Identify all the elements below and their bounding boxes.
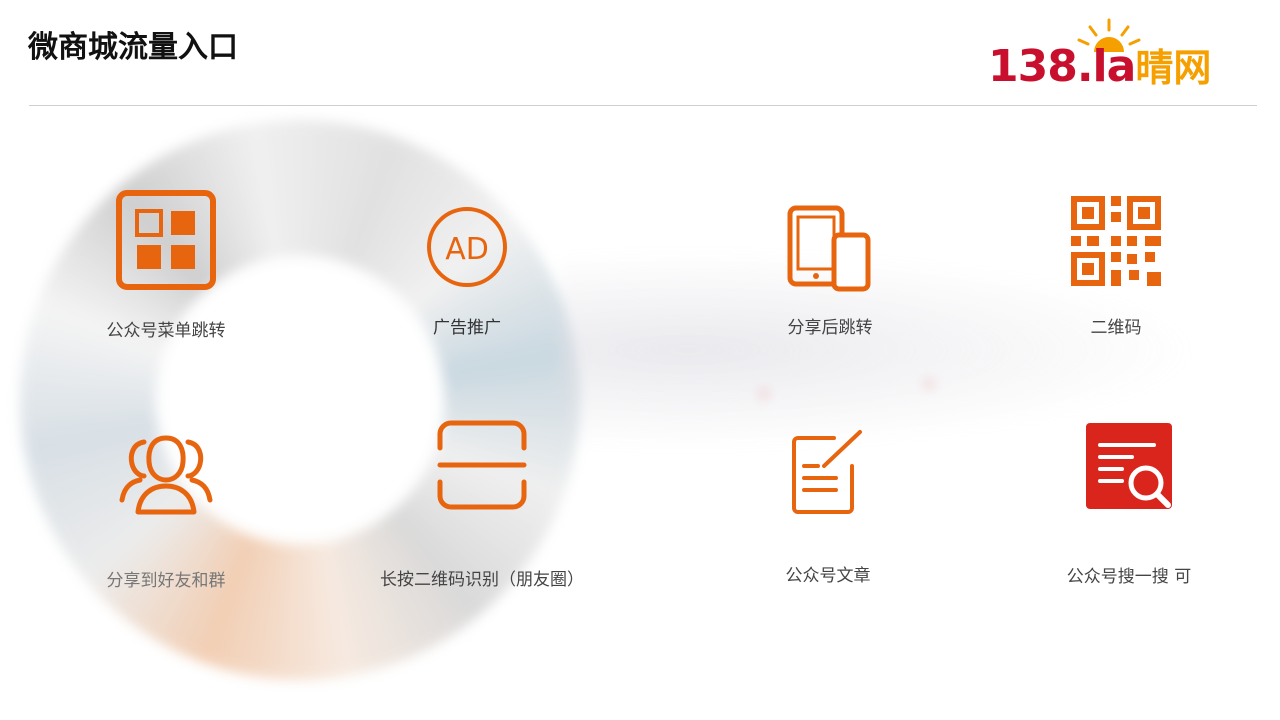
logo-chinese: 晴网 (1135, 46, 1212, 90)
edit-note-icon (792, 430, 862, 514)
search-doc-icon (1086, 423, 1172, 509)
background-dot (925, 380, 933, 388)
tile-label: 公众号菜单跳转 (106, 321, 226, 341)
tile-menu-jump[interactable]: 公众号菜单跳转 (56, 190, 276, 341)
tile-share-friends[interactable]: 分享到好友和群 (56, 430, 276, 591)
tile-label: 分享到好友和群 (106, 571, 226, 591)
scan-icon (437, 420, 527, 510)
tile-share-jump[interactable]: 分享后跳转 (720, 205, 940, 345)
menu-grid-icon (116, 190, 216, 290)
qr-code-icon (1071, 196, 1161, 286)
tile-label: 长按二维码识别（朋友圈） (380, 570, 584, 590)
svg-text:AD: AD (445, 232, 489, 267)
tile-label: 公众号搜一搜 可 (1066, 567, 1192, 587)
tile-ad-promotion[interactable]: AD 广告推广 (357, 205, 577, 345)
ad-icon: AD (427, 207, 507, 287)
page-title: 微商城流量入口 (28, 30, 238, 65)
tile-qr-code[interactable]: 二维码 (1006, 196, 1226, 338)
background-dot (760, 390, 768, 398)
tile-official-article[interactable]: 公众号文章 (718, 428, 938, 588)
devices-icon (787, 205, 871, 292)
tile-label: 二维码 (1090, 318, 1142, 338)
tile-official-search[interactable]: 公众号搜一搜 可 (1019, 423, 1239, 588)
tile-label: 公众号文章 (785, 566, 871, 586)
logo-number: 138.la (988, 41, 1136, 92)
tile-long-press-qr[interactable]: 长按二维码识别（朋友圈） (372, 420, 592, 590)
header-divider (29, 105, 1257, 106)
logo-text: 138.la晴网 (988, 42, 1211, 93)
tile-label: 广告推广 (433, 318, 501, 338)
group-users-icon (119, 435, 213, 515)
tile-label: 分享后跳转 (787, 318, 873, 338)
brand-logo: 138.la晴网 (988, 12, 1228, 96)
